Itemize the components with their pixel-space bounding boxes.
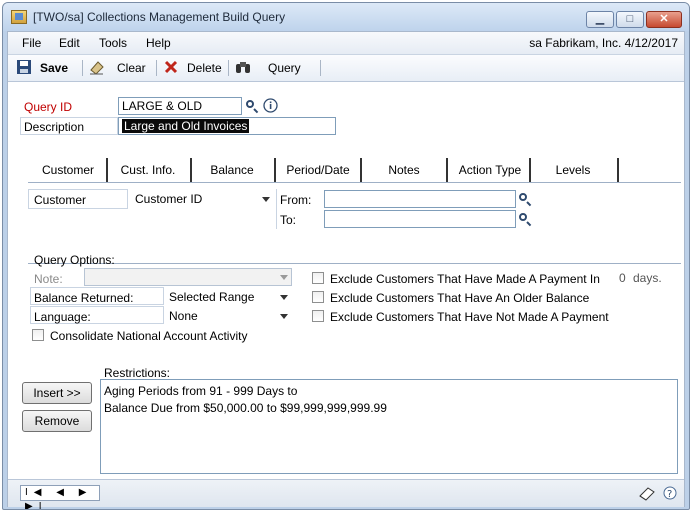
company-date-info: sa Fabrikam, Inc. 4/12/2017: [529, 36, 678, 50]
tab-cust-info[interactable]: Cust. Info.: [110, 158, 186, 182]
chevron-down-icon[interactable]: [262, 197, 270, 202]
tab-customer[interactable]: Customer: [30, 158, 106, 182]
customer-label: Customer: [34, 193, 87, 207]
tab-action-type[interactable]: Action Type: [450, 158, 530, 182]
info-icon[interactable]: [263, 98, 278, 113]
note-icon[interactable]: [638, 486, 656, 501]
window-title: [TWO/sa] Collections Management Build Qu…: [33, 10, 286, 24]
divider: [276, 189, 277, 229]
exclude-payment-in-label: Exclude Customers That Have Made A Payme…: [330, 272, 600, 286]
query-options-title: Query Options:: [34, 253, 115, 267]
from-label: From:: [280, 193, 312, 207]
note-label: Note:: [34, 272, 63, 286]
from-lookup-icon[interactable]: [518, 192, 532, 206]
clear-button[interactable]: Clear: [117, 58, 146, 78]
title-bar: [TWO/sa] Collections Management Build Qu…: [3, 3, 689, 31]
query-id-label: Query ID: [24, 100, 73, 114]
tab-balance[interactable]: Balance: [194, 158, 270, 182]
delete-button[interactable]: Delete: [187, 58, 222, 78]
toolbar: Save Clear Delete Query: [8, 55, 684, 82]
window: [TWO/sa] Collections Management Build Qu…: [2, 2, 690, 510]
balance-returned-label: Balance Returned:: [34, 291, 134, 305]
tab-levels[interactable]: Levels: [533, 158, 613, 182]
consolidate-label: Consolidate National Account Activity: [50, 329, 248, 343]
chevron-down-icon[interactable]: [280, 275, 288, 280]
query-id-lookup-icon[interactable]: [245, 99, 259, 113]
chevron-down-icon[interactable]: [280, 295, 288, 300]
record-navigator[interactable]: I◀ ◀ ▶ ▶I: [20, 485, 100, 509]
menu-tools[interactable]: Tools: [99, 36, 127, 50]
language-select[interactable]: None: [165, 307, 293, 325]
toolbar-separator: [82, 60, 83, 76]
save-button[interactable]: Save: [40, 58, 68, 78]
tab-separator: [106, 158, 108, 182]
chevron-down-icon[interactable]: [280, 314, 288, 319]
toolbar-separator: [228, 60, 229, 76]
restrictions-list[interactable]: Aging Periods from 91 - 999 Days to Bala…: [100, 379, 678, 474]
maximize-button[interactable]: □: [616, 11, 644, 28]
to-field[interactable]: [324, 210, 516, 228]
to-lookup-icon[interactable]: [518, 212, 532, 226]
query-id-field[interactable]: LARGE & OLD: [118, 97, 242, 115]
tab-separator: [274, 158, 276, 182]
restrictions-label: Restrictions:: [104, 366, 171, 380]
exclude-not-paid-checkbox[interactable]: [312, 310, 324, 322]
tab-separator: [190, 158, 192, 182]
toolbar-separator: [320, 60, 321, 76]
query-button[interactable]: Query: [268, 58, 301, 78]
to-label: To:: [280, 213, 297, 227]
menu-edit[interactable]: Edit: [59, 36, 80, 50]
consolidate-checkbox[interactable]: [32, 329, 44, 341]
description-label: Description: [24, 120, 85, 134]
save-icon: [17, 60, 31, 74]
binoculars-icon: [236, 62, 250, 73]
note-select[interactable]: [84, 268, 292, 286]
client-area: File Edit Tools Help sa Fabrikam, Inc. 4…: [7, 31, 685, 509]
help-icon[interactable]: ?: [663, 485, 677, 501]
balance-returned-select[interactable]: Selected Range: [165, 288, 293, 306]
svg-text:?: ?: [667, 489, 672, 500]
tab-period-date[interactable]: Period/Date: [278, 158, 358, 182]
app-icon: [11, 10, 27, 24]
insert-button[interactable]: Insert >>: [22, 382, 92, 404]
tab-separator: [617, 158, 619, 182]
restriction-item[interactable]: Balance Due from $50,000.00 to $99,999,9…: [104, 400, 674, 417]
description-value: Large and Old Invoices: [122, 119, 250, 133]
delete-x-icon: [164, 60, 178, 74]
days-value[interactable]: 0: [619, 271, 626, 285]
close-button[interactable]: ✕: [646, 11, 682, 28]
description-field[interactable]: Large and Old Invoices: [118, 117, 336, 135]
exclude-older-checkbox[interactable]: [312, 291, 324, 303]
eraser-icon: [90, 61, 104, 75]
tab-notes[interactable]: Notes: [364, 158, 444, 182]
tab-separator: [446, 158, 448, 182]
customer-field-select[interactable]: Customer ID: [131, 190, 277, 208]
days-label: days.: [633, 271, 662, 285]
tab-separator: [529, 158, 531, 182]
remove-button[interactable]: Remove: [22, 410, 92, 432]
tab-separator: [360, 158, 362, 182]
minimize-button[interactable]: ▁: [586, 11, 614, 28]
exclude-older-label: Exclude Customers That Have An Older Bal…: [330, 291, 590, 305]
from-field[interactable]: [324, 190, 516, 208]
menu-bar: File Edit Tools Help sa Fabrikam, Inc. 4…: [8, 32, 684, 55]
menu-help[interactable]: Help: [146, 36, 171, 50]
restriction-item[interactable]: Aging Periods from 91 - 999 Days to: [104, 383, 674, 400]
exclude-payment-in-checkbox[interactable]: [312, 272, 324, 284]
toolbar-separator: [156, 60, 157, 76]
menu-file[interactable]: File: [22, 36, 41, 50]
exclude-not-paid-label: Exclude Customers That Have Not Made A P…: [330, 310, 609, 324]
status-bar: I◀ ◀ ▶ ▶I ?: [8, 479, 684, 509]
language-label: Language:: [34, 310, 91, 324]
